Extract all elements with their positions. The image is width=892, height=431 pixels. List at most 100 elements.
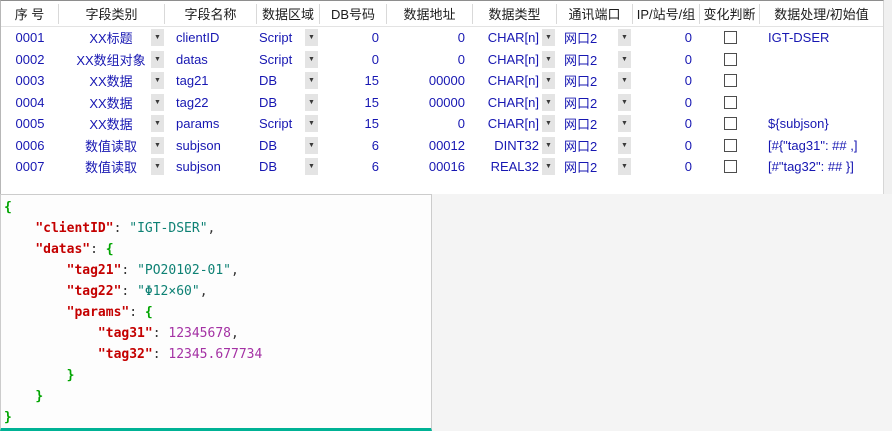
dropdown-arrow-icon[interactable]: ▼	[542, 29, 555, 46]
ip-station-cell[interactable]: 0	[633, 135, 700, 157]
init-value-cell[interactable]	[760, 70, 883, 92]
init-value-cell[interactable]	[760, 49, 883, 71]
category-select[interactable]: XX数据 ▼	[59, 92, 165, 114]
change-detect-checkbox[interactable]	[724, 53, 737, 66]
comm-port-select[interactable]: 网口2 ▼	[557, 92, 633, 114]
data-area-select[interactable]: Script ▼	[257, 27, 320, 49]
field-name-cell[interactable]: tag21	[165, 70, 257, 92]
dropdown-arrow-icon[interactable]: ▼	[305, 72, 318, 89]
json-preview-panel[interactable]: { "clientID": "IGT-DSER", "datas": { "ta…	[0, 194, 432, 431]
dropdown-arrow-icon[interactable]: ▼	[542, 115, 555, 132]
dropdown-arrow-icon[interactable]: ▼	[618, 51, 631, 68]
db-number-cell[interactable]: 6	[320, 135, 387, 157]
data-addr-cell[interactable]: 0	[387, 113, 473, 135]
category-select[interactable]: XX数据 ▼	[59, 113, 165, 135]
dropdown-arrow-icon[interactable]: ▼	[542, 158, 555, 175]
data-addr-cell[interactable]: 00000	[387, 70, 473, 92]
change-detect-checkbox[interactable]	[724, 96, 737, 109]
dropdown-arrow-icon[interactable]: ▼	[151, 158, 164, 175]
dropdown-arrow-icon[interactable]: ▼	[618, 115, 631, 132]
db-number-cell[interactable]: 15	[320, 113, 387, 135]
init-value-cell[interactable]: [#"tag32": ## }]	[760, 156, 883, 178]
db-number-cell[interactable]: 15	[320, 70, 387, 92]
data-addr-cell[interactable]: 00016	[387, 156, 473, 178]
dropdown-arrow-icon[interactable]: ▼	[305, 94, 318, 111]
dropdown-arrow-icon[interactable]: ▼	[542, 51, 555, 68]
change-detect-checkbox[interactable]	[724, 139, 737, 152]
db-number-cell[interactable]: 0	[320, 27, 387, 49]
data-addr-cell[interactable]: 0	[387, 49, 473, 71]
change-detect-checkbox[interactable]	[724, 74, 737, 87]
field-name-cell[interactable]: datas	[165, 49, 257, 71]
category-select[interactable]: 数值读取 ▼	[59, 135, 165, 157]
data-area-select[interactable]: Script ▼	[257, 113, 320, 135]
dropdown-arrow-icon[interactable]: ▼	[305, 158, 318, 175]
comm-port-select[interactable]: 网口2 ▼	[557, 70, 633, 92]
dropdown-arrow-icon[interactable]: ▼	[542, 94, 555, 111]
init-value-cell[interactable]: ${subjson}	[760, 113, 883, 135]
dropdown-arrow-icon[interactable]: ▼	[618, 72, 631, 89]
change-detect-checkbox[interactable]	[724, 31, 737, 44]
dropdown-arrow-icon[interactable]: ▼	[151, 94, 164, 111]
dropdown-arrow-icon[interactable]: ▼	[542, 137, 555, 154]
init-value-cell[interactable]	[760, 92, 883, 114]
init-value-cell[interactable]: [#{"tag31": ## ,]	[760, 135, 883, 157]
dropdown-arrow-icon[interactable]: ▼	[151, 51, 164, 68]
ip-station-cell[interactable]: 0	[633, 27, 700, 49]
dropdown-arrow-icon[interactable]: ▼	[618, 137, 631, 154]
ip-station-cell[interactable]: 0	[633, 113, 700, 135]
category-select[interactable]: 数值读取 ▼	[59, 156, 165, 178]
ip-station-cell[interactable]: 0	[633, 92, 700, 114]
field-name-cell[interactable]: params	[165, 113, 257, 135]
dropdown-arrow-icon[interactable]: ▼	[305, 29, 318, 46]
dropdown-arrow-icon[interactable]: ▼	[618, 29, 631, 46]
db-number-cell[interactable]: 0	[320, 49, 387, 71]
data-addr-cell[interactable]: 00012	[387, 135, 473, 157]
init-value-cell[interactable]: IGT-DSER	[760, 27, 883, 49]
db-number-cell[interactable]: 15	[320, 92, 387, 114]
dropdown-arrow-icon[interactable]: ▼	[151, 29, 164, 46]
category-select[interactable]: XX数据 ▼	[59, 70, 165, 92]
dropdown-arrow-icon[interactable]: ▼	[151, 115, 164, 132]
change-detect-checkbox[interactable]	[724, 160, 737, 173]
field-name-cell[interactable]: clientID	[165, 27, 257, 49]
data-area-select[interactable]: DB ▼	[257, 92, 320, 114]
field-name-cell[interactable]: tag22	[165, 92, 257, 114]
category-select[interactable]: XX标题 ▼	[59, 27, 165, 49]
data-area-select[interactable]: DB ▼	[257, 135, 320, 157]
data-type-select[interactable]: REAL32 ▼	[473, 156, 557, 178]
dropdown-arrow-icon[interactable]: ▼	[618, 94, 631, 111]
comm-port-select[interactable]: 网口2 ▼	[557, 27, 633, 49]
ip-station-cell[interactable]: 0	[633, 49, 700, 71]
dropdown-arrow-icon[interactable]: ▼	[151, 137, 164, 154]
data-type-select[interactable]: CHAR[n] ▼	[473, 92, 557, 114]
dropdown-arrow-icon[interactable]: ▼	[151, 72, 164, 89]
data-area-select[interactable]: DB ▼	[257, 156, 320, 178]
data-area-select[interactable]: Script ▼	[257, 49, 320, 71]
comm-port-select[interactable]: 网口2 ▼	[557, 156, 633, 178]
field-name-cell[interactable]: subjson	[165, 156, 257, 178]
change-detect-checkbox[interactable]	[724, 117, 737, 130]
comm-port-select[interactable]: 网口2 ▼	[557, 135, 633, 157]
data-type-select[interactable]: CHAR[n] ▼	[473, 113, 557, 135]
ip-station-cell[interactable]: 0	[633, 70, 700, 92]
comm-port-select[interactable]: 网口2 ▼	[557, 49, 633, 71]
db-number-cell[interactable]: 6	[320, 156, 387, 178]
category-select[interactable]: XX数组对象 ▼	[59, 49, 165, 71]
data-addr-cell[interactable]: 0	[387, 27, 473, 49]
dropdown-arrow-icon[interactable]: ▼	[542, 72, 555, 89]
dropdown-arrow-icon[interactable]: ▼	[618, 158, 631, 175]
data-type-select[interactable]: CHAR[n] ▼	[473, 49, 557, 71]
ip-station-cell[interactable]: 0	[633, 156, 700, 178]
data-type-select[interactable]: CHAR[n] ▼	[473, 27, 557, 49]
data-type-select[interactable]: CHAR[n] ▼	[473, 70, 557, 92]
data-type-select[interactable]: DINT32 ▼	[473, 135, 557, 157]
dropdown-arrow-icon[interactable]: ▼	[305, 115, 318, 132]
table-header-row: 序 号 字段类别 字段名称 数据区域 DB号码 数据地址 数据类型 通讯端口 I…	[1, 1, 883, 27]
data-area-select[interactable]: DB ▼	[257, 70, 320, 92]
dropdown-arrow-icon[interactable]: ▼	[305, 137, 318, 154]
comm-port-select[interactable]: 网口2 ▼	[557, 113, 633, 135]
dropdown-arrow-icon[interactable]: ▼	[305, 51, 318, 68]
field-name-cell[interactable]: subjson	[165, 135, 257, 157]
data-addr-cell[interactable]: 00000	[387, 92, 473, 114]
